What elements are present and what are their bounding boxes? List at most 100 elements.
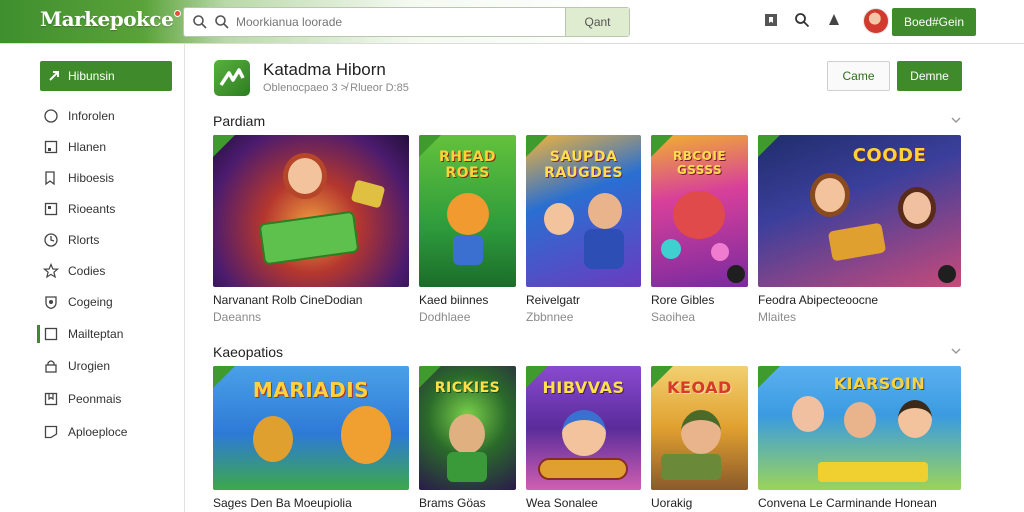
search-box[interactable]: Qant xyxy=(183,7,630,37)
new-badge xyxy=(758,135,780,157)
game-card-thumbnail[interactable]: RICKIES xyxy=(419,366,516,490)
card-title[interactable]: Rore Gibles xyxy=(651,293,714,307)
top-bar: Markepokce Qant Boed#Gein xyxy=(0,0,1024,44)
card-subtitle: Dodhlaee xyxy=(419,310,471,324)
game-card-thumbnail[interactable]: MARIADIS xyxy=(213,366,409,490)
square-icon xyxy=(44,202,58,216)
chevron-down-icon[interactable] xyxy=(950,345,962,357)
character-figure xyxy=(283,153,327,199)
square-icon xyxy=(44,327,58,341)
bookmark-icon xyxy=(44,392,58,406)
sidebar: Hibunsin Inforolen Hlanen Hiboesis Rioea… xyxy=(0,44,185,512)
page-subtitle: Oblenocpaeo 3 ≯ Rlueor D:85 xyxy=(263,82,409,94)
card-title[interactable]: Reivelgatr xyxy=(526,293,580,307)
card-subtitle: Mlaites xyxy=(758,310,797,324)
new-badge xyxy=(758,366,780,388)
card-art-text: KEOAD xyxy=(667,378,732,397)
sidebar-item[interactable]: Hiboesis xyxy=(40,166,180,190)
game-card-thumbnail[interactable]: SAUPDA RAUGDES xyxy=(526,135,641,287)
character-figure xyxy=(898,400,932,438)
game-card-thumbnail[interactable]: RHEAD ROES xyxy=(419,135,516,287)
secondary-button[interactable]: Came xyxy=(827,61,890,91)
sidebar-item-label: Hlanen xyxy=(68,140,107,154)
sidebar-item[interactable]: Inforolen xyxy=(40,104,180,128)
card-title[interactable]: Uorakig xyxy=(651,496,692,510)
primary-button[interactable]: Demne xyxy=(897,61,962,91)
sidebar-item[interactable]: Mailteptan xyxy=(37,322,180,346)
search-button[interactable]: Qant xyxy=(565,8,629,36)
character-figure xyxy=(341,406,391,464)
chevron-down-icon[interactable] xyxy=(950,114,962,126)
character-figure xyxy=(588,193,622,229)
avatar[interactable] xyxy=(863,8,889,34)
sidebar-item-label: Urogien xyxy=(68,359,111,373)
card-title[interactable]: Brams Göas xyxy=(419,496,486,510)
card-subtitle: Daeanns xyxy=(213,310,262,324)
new-badge xyxy=(213,135,235,157)
character-figure xyxy=(792,396,824,432)
sidebar-item[interactable]: Aploeploce xyxy=(40,420,180,444)
app-icon xyxy=(214,60,250,96)
sidebar-item-label: Mailteptan xyxy=(68,327,124,341)
play-icon[interactable] xyxy=(938,265,956,283)
account-button[interactable]: Boed#Gein xyxy=(892,8,976,36)
sidebar-item-active[interactable]: Hibunsin xyxy=(40,61,172,91)
sidebar-item-label: Codies xyxy=(68,264,106,278)
card-title[interactable]: Feodra Abipecteoocne xyxy=(758,293,878,307)
search-icon[interactable] xyxy=(794,12,810,28)
card-title[interactable]: Kaed biinnes xyxy=(419,293,488,307)
circle-icon xyxy=(44,109,58,123)
play-icon[interactable] xyxy=(727,265,745,283)
sidebar-item-label: Cogeing xyxy=(68,295,113,309)
item-figure xyxy=(350,179,386,209)
search-icon xyxy=(193,15,207,29)
sidebar-item[interactable]: Hlanen xyxy=(40,135,180,159)
character-figure xyxy=(447,193,489,235)
shield-icon xyxy=(45,296,57,310)
sidebar-item[interactable]: Urogien xyxy=(40,354,180,378)
bookmark-icon[interactable] xyxy=(763,12,779,28)
bell-icon[interactable] xyxy=(826,12,842,28)
square-icon xyxy=(44,425,58,439)
card-art-text: MARIADIS xyxy=(252,378,370,402)
game-card-thumbnail[interactable]: HIBVVAS xyxy=(526,366,641,490)
sidebar-item-label: Rlorts xyxy=(68,233,100,247)
card-art-text: RBCOIE GSSSS xyxy=(672,149,727,177)
item-figure xyxy=(538,458,628,480)
sidebar-item[interactable]: Rioeants xyxy=(40,197,180,221)
game-card-thumbnail[interactable]: KIARSOIN xyxy=(758,366,961,490)
card-subtitle: Zbbnnee xyxy=(526,310,574,324)
character-body xyxy=(453,235,483,265)
sidebar-item[interactable]: Cogeing xyxy=(40,290,180,314)
arrow-icon xyxy=(49,71,59,81)
character-figure xyxy=(544,203,574,235)
card-art-text: COODE xyxy=(852,145,927,166)
game-card-thumbnail[interactable]: COODE xyxy=(758,135,961,287)
search-icon xyxy=(215,15,229,29)
sidebar-item[interactable]: Codies xyxy=(40,259,180,283)
logo[interactable]: Markepokce xyxy=(40,7,182,31)
card-art-text: HIBVVAS xyxy=(542,378,625,397)
character-figure xyxy=(681,410,721,454)
search-input[interactable] xyxy=(236,12,556,32)
card-art-text: KIARSOIN xyxy=(833,374,926,393)
sidebar-item-label: Hiboesis xyxy=(68,171,115,185)
card-title[interactable]: Wea Sonalee xyxy=(526,496,598,510)
sidebar-item[interactable]: Peonmais xyxy=(40,387,180,411)
character-figure xyxy=(844,402,876,438)
game-card-thumbnail[interactable] xyxy=(213,135,409,287)
character-figure xyxy=(673,191,725,239)
character-figure xyxy=(253,416,293,462)
sidebar-item[interactable]: Rlorts xyxy=(40,228,180,252)
character-body xyxy=(447,452,487,482)
section-title: Kaeopatios xyxy=(213,344,284,360)
game-card-thumbnail[interactable]: RBCOIE GSSSS xyxy=(651,135,748,287)
clock-icon xyxy=(44,233,58,247)
card-art-text: RICKIES xyxy=(434,380,501,396)
banner-figure xyxy=(818,462,928,482)
card-title[interactable]: Narvanant Rolb CineDodian xyxy=(213,293,362,307)
card-title[interactable]: Convena Le Carminande Honean xyxy=(758,496,937,510)
card-art-text: RHEAD ROES xyxy=(438,149,497,181)
card-title[interactable]: Sages Den Ba Moeupiolia xyxy=(213,496,352,510)
game-card-thumbnail[interactable]: KEOAD xyxy=(651,366,748,490)
